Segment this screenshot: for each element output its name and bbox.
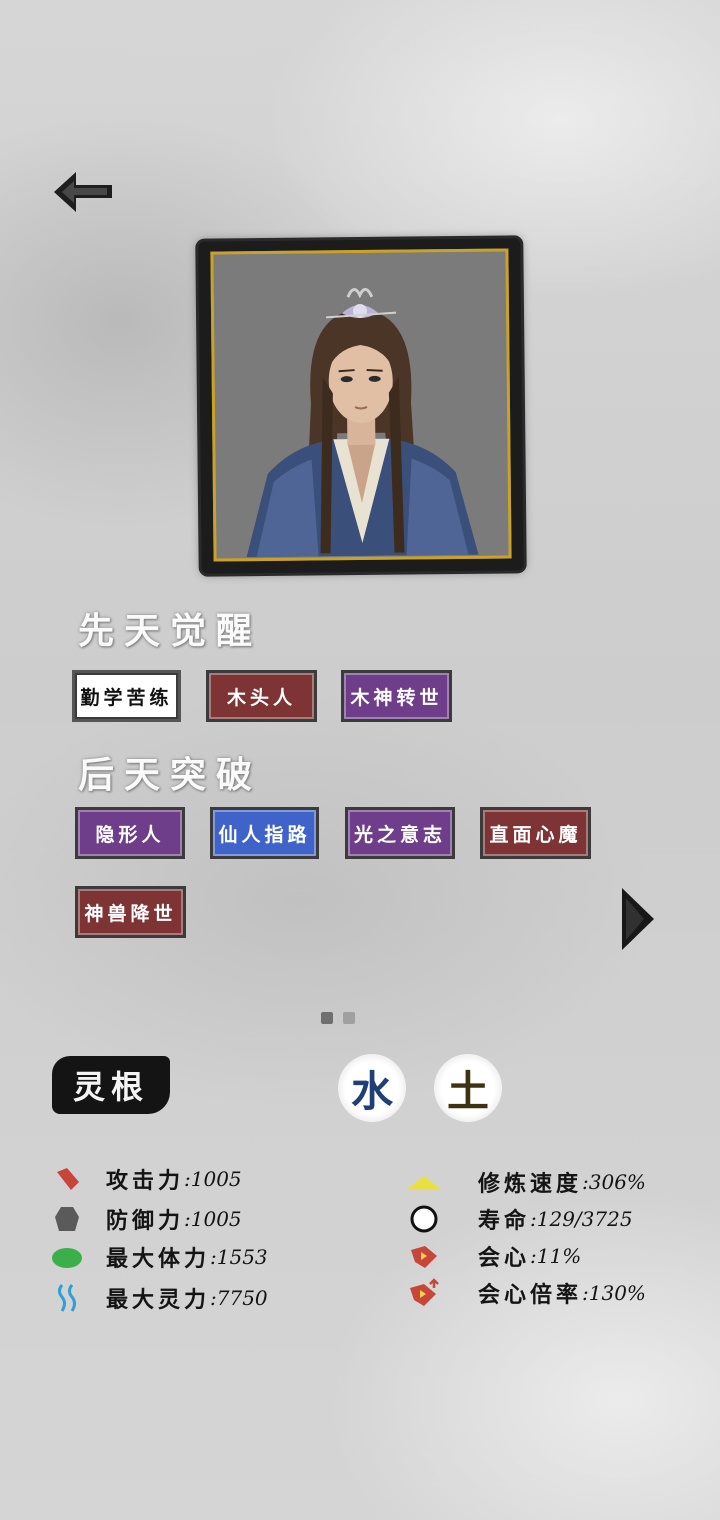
page-indicator-dot-2[interactable]: [343, 1012, 355, 1024]
cultivation-speed-icon: [404, 1166, 444, 1198]
attack-icon: [50, 1163, 84, 1195]
stat-critical-multiplier-value: :130%: [582, 1281, 646, 1305]
stat-critical: 会心 :11%: [404, 1240, 581, 1272]
character-portrait: [210, 248, 512, 562]
critical-multiplier-icon: [404, 1277, 444, 1309]
stat-cultivation-speed: 修炼速度 :306%: [404, 1166, 646, 1198]
stat-max-spirit: 最大灵力 :7750: [50, 1282, 268, 1314]
stat-lifespan-label: 寿命: [478, 1208, 531, 1234]
stat-attack: 攻击力 :1005: [50, 1163, 242, 1195]
defense-icon: [50, 1203, 84, 1235]
stamina-icon: [50, 1241, 84, 1273]
acquired-trait-1[interactable]: 隐形人: [75, 807, 185, 859]
innate-awakening-title: 先天觉醒: [78, 610, 263, 652]
character-illustration: [213, 251, 509, 558]
innate-trait-2[interactable]: 木头人: [206, 670, 317, 722]
stat-critical-label: 会心: [478, 1245, 531, 1271]
stat-defense: 防御力 :1005: [50, 1203, 242, 1235]
stat-critical-multiplier: 会心倍率 :130%: [404, 1277, 646, 1309]
innate-trait-3[interactable]: 木神转世: [341, 670, 452, 722]
stat-defense-value: :1005: [184, 1207, 242, 1231]
acquired-trait-3[interactable]: 光之意志: [345, 807, 455, 859]
stat-max-stamina-label: 最大体力: [106, 1246, 211, 1272]
acquired-trait-5[interactable]: 神兽降世: [75, 886, 186, 938]
stat-max-spirit-value: :7750: [210, 1286, 268, 1310]
play-arrow-icon: [622, 888, 654, 950]
stat-defense-label: 防御力: [106, 1208, 185, 1234]
acquired-breakthrough-title: 后天突破: [78, 754, 263, 796]
stat-cultivation-speed-value: :306%: [582, 1170, 646, 1194]
stat-lifespan: 寿命 :129/3725: [404, 1203, 633, 1235]
stat-cultivation-speed-label: 修炼速度: [478, 1171, 583, 1197]
back-button[interactable]: [52, 168, 114, 216]
stat-attack-label: 攻击力: [106, 1168, 185, 1194]
element-earth: 土: [434, 1054, 502, 1122]
stat-critical-value: :11%: [530, 1244, 582, 1268]
character-portrait-frame: [198, 238, 524, 574]
back-arrow-icon: [54, 172, 112, 212]
element-water: 水: [338, 1054, 406, 1122]
innate-trait-1[interactable]: 勤学苦练: [72, 670, 181, 722]
acquired-trait-2[interactable]: 仙人指路: [210, 807, 319, 859]
page-indicator-dot-1[interactable]: [321, 1012, 333, 1024]
stat-max-stamina-value: :1553: [210, 1245, 268, 1269]
critical-icon: [404, 1240, 444, 1272]
next-page-button[interactable]: [620, 886, 656, 952]
acquired-trait-4[interactable]: 直面心魔: [480, 807, 591, 859]
stat-critical-multiplier-label: 会心倍率: [478, 1282, 583, 1308]
spirit-root-badge: 灵根: [52, 1056, 170, 1114]
stat-max-stamina: 最大体力 :1553: [50, 1241, 268, 1273]
lifespan-icon: [404, 1203, 444, 1235]
stat-lifespan-value: :129/3725: [530, 1207, 633, 1231]
stat-attack-value: :1005: [184, 1167, 242, 1191]
stat-max-spirit-label: 最大灵力: [106, 1287, 211, 1313]
spirit-power-icon: [50, 1282, 84, 1314]
